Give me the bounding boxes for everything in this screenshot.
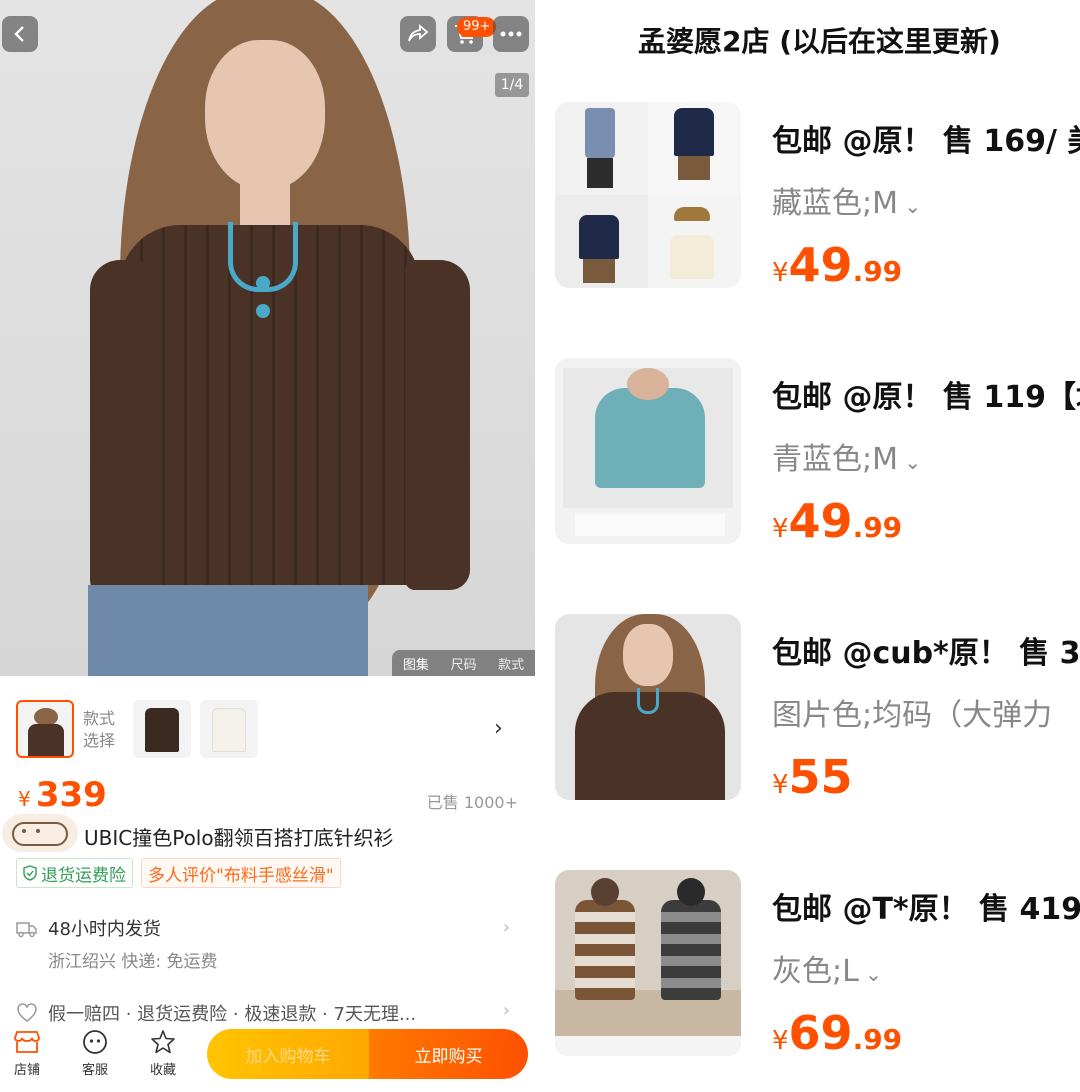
shipping-origin: 浙江绍兴 快递: 免运费 xyxy=(48,952,218,972)
chevron-right-icon: › xyxy=(502,917,510,938)
guarantee-text: 假一赔四 · 退货运费险 · 极速退款 · 7天无理... xyxy=(48,1004,417,1025)
favorite-button[interactable]: 收藏 xyxy=(138,1029,188,1078)
order-name: 包邮 @T*原！ 售 419 ! xyxy=(772,892,1080,927)
shipping-time: 48小时内发货 xyxy=(48,919,161,940)
price-integer: 55 xyxy=(788,750,853,804)
chevron-right-icon[interactable]: › xyxy=(494,716,503,741)
shop-title: 孟婆愿2店 (以后在这里更新) xyxy=(638,25,1001,58)
tab-size[interactable]: 尺码 xyxy=(450,654,476,673)
more-button[interactable] xyxy=(493,16,529,52)
store-icon xyxy=(14,1031,40,1053)
style-selector: 款式选择 › xyxy=(0,690,535,770)
chat-face-icon xyxy=(83,1030,107,1054)
order-thumbnail xyxy=(555,614,741,800)
sweater-right-sleeve xyxy=(405,260,470,590)
price-integer: 49 xyxy=(788,238,853,292)
style-thumb-white[interactable] xyxy=(200,700,258,758)
store-label: 店铺 xyxy=(13,1063,40,1078)
order-variant[interactable]: 青蓝色;M ⌄ xyxy=(772,434,921,478)
order-thumbnail xyxy=(555,358,741,544)
style-select-label: 款式选择 xyxy=(83,709,116,750)
buy-now-button[interactable]: 立即购买 xyxy=(369,1029,528,1079)
currency-symbol: ¥ xyxy=(772,258,789,288)
chevron-down-icon: ⌄ xyxy=(858,962,882,986)
product-title: UBIC撞色Polo翻领百搭打底针织衫 xyxy=(84,826,394,850)
order-name: 包邮 @原！ 售 169/ 美 xyxy=(772,124,1080,159)
return-insurance-tag: 退货运费险 xyxy=(16,858,133,888)
order-name: 包邮 @原！ 售 119【均 xyxy=(772,380,1080,415)
cart-count-badge: 99+ xyxy=(457,17,497,37)
chevron-down-icon: ⌄ xyxy=(898,450,922,474)
tags-row: 退货运费险 多人评价"布料手感丝滑" xyxy=(16,858,341,888)
order-item[interactable]: 包邮 @cub*原！ 售 33 图片色;均码（大弹力 ¥55 xyxy=(555,614,1080,804)
tab-gallery[interactable]: 图集 xyxy=(403,654,429,673)
gallery-tabs: 图集 尺码 款式 xyxy=(392,650,535,676)
order-variant[interactable]: 灰色;L ⌄ xyxy=(772,946,882,990)
store-button[interactable]: 店铺 xyxy=(2,1029,52,1078)
price-decimal: .99 xyxy=(852,255,903,288)
chevron-right-icon: › xyxy=(502,1000,510,1021)
order-item[interactable]: 包邮 @原！ 售 119【均 青蓝色;M ⌄ ¥49.99 xyxy=(555,358,1080,548)
back-button[interactable] xyxy=(2,16,38,52)
tab-style[interactable]: 款式 xyxy=(498,654,524,673)
price-decimal: .99 xyxy=(852,1023,903,1056)
variant-label: 青蓝色;M xyxy=(772,442,898,477)
share-button[interactable] xyxy=(400,16,436,52)
style-thumb-brown[interactable] xyxy=(16,700,74,758)
heart-icon xyxy=(17,1003,37,1022)
order-variant[interactable]: 藏蓝色;M ⌄ xyxy=(772,178,921,222)
shield-check-icon xyxy=(23,865,37,881)
sweater-left-sleeve xyxy=(90,260,145,600)
guarantee-row[interactable]: 假一赔四 · 退货运费险 · 极速退款 · 7天无理... › xyxy=(16,1000,516,1026)
order-item[interactable]: 包邮 @T*原！ 售 419 ! 灰色;L ⌄ ¥69.99 xyxy=(555,870,1080,1060)
product-detail-panel: 99+ 1/4 图集 尺码 款式 款式选择 › ¥ 339 已售 1000+ U… xyxy=(0,0,535,1092)
price-decimal: .99 xyxy=(852,511,903,544)
price-row: ¥ 339 已售 1000+ xyxy=(18,775,518,815)
order-price: ¥55 xyxy=(772,750,853,804)
order-list-panel: 孟婆愿2店 (以后在这里更新) 包邮 @原！ 售 169/ 美 藏蓝色;M ⌄ … xyxy=(535,0,1080,1092)
order-price: ¥49.99 xyxy=(772,494,902,548)
image-page-indicator: 1/4 xyxy=(495,73,529,97)
chevron-left-icon xyxy=(14,26,24,42)
product-hero-image[interactable]: 99+ 1/4 图集 尺码 款式 xyxy=(0,0,535,676)
review-tag: 多人评价"布料手感丝滑" xyxy=(141,858,341,888)
add-to-cart-button[interactable]: 加入购物车 xyxy=(207,1029,369,1079)
share-icon xyxy=(408,24,429,42)
customer-service-button[interactable]: 客服 xyxy=(70,1029,120,1078)
return-insurance-label: 退货运费险 xyxy=(41,865,126,886)
polo-button xyxy=(256,276,270,290)
order-price: ¥49.99 xyxy=(772,238,902,292)
bottom-action-bar: 店铺 客服 收藏 加入购物车 立即购买 xyxy=(0,1025,535,1092)
currency-symbol: ¥ xyxy=(18,787,31,811)
order-variant[interactable]: 图片色;均码（大弹力 xyxy=(772,690,1052,734)
product-price: 339 xyxy=(35,775,107,815)
more-dots-icon xyxy=(500,31,522,37)
chevron-down-icon: ⌄ xyxy=(898,194,922,218)
truck-icon xyxy=(16,922,37,938)
star-icon xyxy=(151,1030,175,1054)
model-face xyxy=(205,40,325,190)
order-name: 包邮 @cub*原！ 售 33 xyxy=(772,636,1080,671)
favorite-label: 收藏 xyxy=(149,1063,176,1078)
currency-symbol: ¥ xyxy=(772,1026,789,1056)
polo-button xyxy=(256,304,270,318)
currency-symbol: ¥ xyxy=(772,770,789,800)
variant-label: 藏蓝色;M xyxy=(772,186,898,221)
shipping-row[interactable]: 48小时内发货 浙江绍兴 快递: 免运费 › xyxy=(16,915,516,979)
order-thumbnail xyxy=(555,870,741,1056)
currency-symbol: ¥ xyxy=(772,514,789,544)
order-price: ¥69.99 xyxy=(772,1006,902,1060)
style-thumb-dark[interactable] xyxy=(133,700,191,758)
variant-label: 灰色;L xyxy=(772,954,859,989)
service-label: 客服 xyxy=(81,1063,108,1078)
price-integer: 49 xyxy=(788,494,853,548)
title-row: UBIC撞色Polo翻领百搭打底针织衫 xyxy=(0,810,535,854)
order-item[interactable]: 包邮 @原！ 售 169/ 美 藏蓝色;M ⌄ ¥49.99 xyxy=(555,102,1080,292)
model-jeans xyxy=(88,585,368,676)
order-thumbnail xyxy=(555,102,741,288)
price-integer: 69 xyxy=(788,1006,853,1060)
cat-sticker-icon xyxy=(2,814,78,852)
